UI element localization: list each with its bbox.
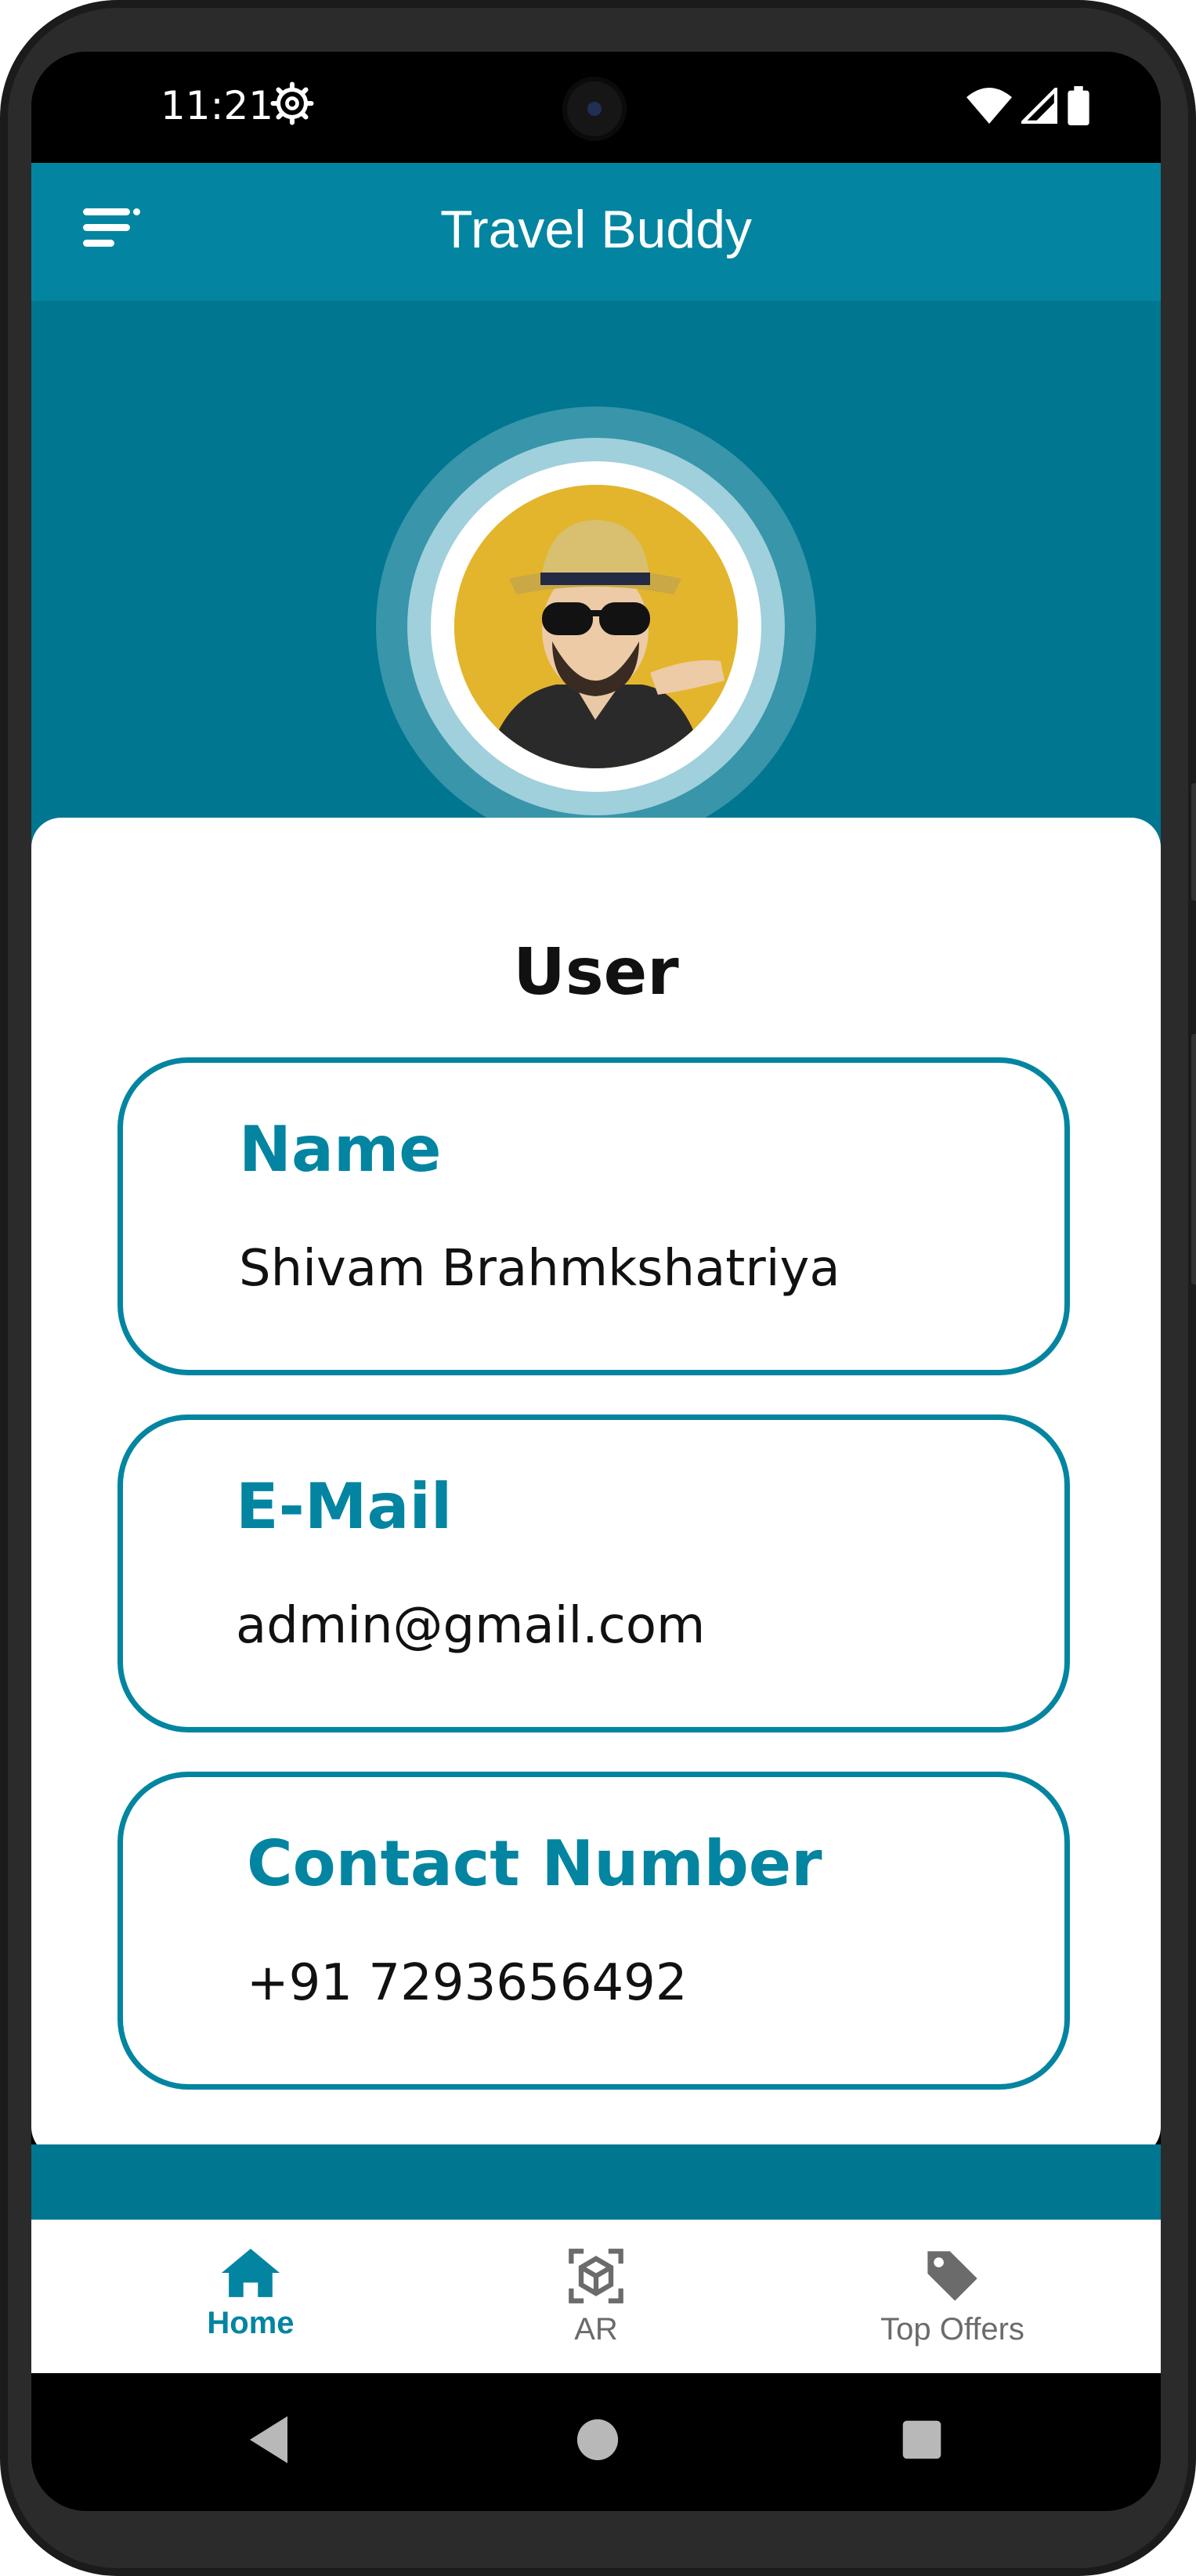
nav-home-label: Home [207,2306,294,2340]
email-label: E-Mail [236,1470,453,1543]
home-circle-icon[interactable] [575,2417,620,2462]
email-field: E-Mail admin@gmail.com [117,1414,1070,1732]
home-icon [221,2249,280,2297]
battery-icon [1068,86,1089,125]
nav-top-offers[interactable]: Top Offers [827,2246,1078,2347]
nav-ar-label: AR [574,2312,618,2347]
name-label: Name [239,1113,442,1186]
app-bar: Travel Buddy [31,163,1161,301]
recents-icon[interactable] [901,2419,943,2461]
system-navigation-bar [31,2373,1161,2511]
profile-card: User Name Shivam Brahmkshatriya E-Mail a… [31,818,1161,2157]
name-field: Name Shivam Brahmkshatriya [117,1057,1070,1375]
power-button [1191,1034,1196,1284]
profile-role-title: User [513,935,679,1010]
volume-button [1191,783,1196,901]
status-icons [967,83,1090,128]
avatar-halo [376,406,816,847]
bottom-header-strip [31,2144,1161,2220]
bottom-navigation: Home AR Top Offers [31,2220,1161,2373]
screen: 11:21 Travel Buddy User Name Shivam Brah… [31,52,1161,2511]
email-value: admin@gmail.com [236,1597,706,1655]
status-time: 11:21 [161,83,274,128]
contact-number-field: Contact Number +91 7293656492 [117,1772,1070,2090]
nav-home[interactable]: Home [125,2246,376,2341]
contact-number-label: Contact Number [247,1827,822,1900]
cell-signal-icon [1021,88,1057,124]
nav-ar[interactable]: AR [471,2246,721,2347]
contact-number-value: +91 7293656492 [247,1954,688,2012]
app-title: Travel Buddy [439,200,753,259]
settings-gear-icon [270,81,314,125]
nav-top-offers-label: Top Offers [880,2312,1024,2347]
name-value: Shivam Brahmkshatriya [239,1240,840,1298]
front-camera [562,77,627,141]
tag-icon [927,2251,977,2301]
avatar[interactable] [454,485,738,768]
wifi-icon [967,88,1012,124]
avatar-illustration [454,485,738,768]
ar-cube-icon [569,2249,623,2303]
phone-frame: 11:21 Travel Buddy User Name Shivam Brah… [0,0,1196,2576]
back-icon[interactable] [244,2414,293,2466]
status-bar: 11:21 [31,52,1161,163]
